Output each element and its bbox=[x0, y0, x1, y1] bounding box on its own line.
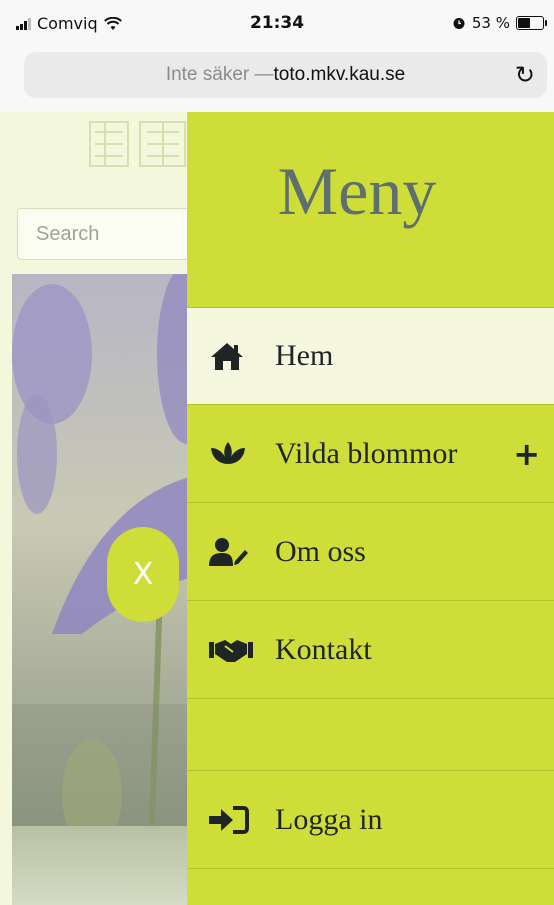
menu-item-kontakt[interactable]: Kontakt bbox=[187, 601, 554, 699]
menu-item-logga-in[interactable]: Logga in bbox=[187, 771, 554, 869]
user-edit-icon bbox=[187, 537, 265, 567]
grass-image bbox=[12, 826, 212, 905]
alarm-icon bbox=[453, 18, 465, 29]
close-icon: X bbox=[132, 557, 154, 592]
reload-icon[interactable]: ↻ bbox=[515, 61, 535, 89]
lotus-icon bbox=[187, 440, 265, 468]
browser-toolbar: Inte säker — toto.mkv.kau.se ↻ bbox=[0, 44, 554, 112]
menu-spacer bbox=[187, 699, 554, 771]
battery-group: 53 % bbox=[452, 14, 547, 32]
close-menu-button[interactable]: X bbox=[107, 527, 179, 622]
menu-item-om-oss[interactable]: Om oss bbox=[187, 503, 554, 601]
menu-item-label: Hem bbox=[275, 339, 334, 372]
battery-icon bbox=[516, 16, 547, 30]
menu-item-label: Kontakt bbox=[275, 632, 372, 666]
menu-title: Meny bbox=[277, 153, 437, 229]
side-menu: Meny Hem Vilda blommor + Om oss Kontakt … bbox=[187, 112, 554, 905]
menu-item-label: Vilda blommor bbox=[275, 436, 458, 470]
battery-percent: 53 % bbox=[471, 14, 510, 32]
menu-item-label: Logga in bbox=[275, 802, 383, 836]
handshake-icon bbox=[187, 636, 265, 664]
search-placeholder: Search bbox=[36, 222, 100, 245]
menu-item-vilda-blommor[interactable]: Vilda blommor + bbox=[187, 405, 554, 503]
menu-item-label: Om oss bbox=[275, 534, 366, 568]
site-logo bbox=[89, 121, 186, 167]
url-host: toto.mkv.kau.se bbox=[273, 64, 406, 85]
security-label: Inte säker — bbox=[165, 64, 274, 85]
expand-icon[interactable]: + bbox=[513, 435, 540, 473]
search-input[interactable]: Search bbox=[17, 208, 207, 260]
address-bar[interactable]: Inte säker — toto.mkv.kau.se ↻ bbox=[24, 52, 547, 98]
status-bar: Comviq 21:34 53 % bbox=[0, 0, 554, 44]
home-icon bbox=[187, 341, 265, 371]
menu-item-hem[interactable]: Hem bbox=[187, 307, 554, 405]
login-icon bbox=[187, 805, 265, 835]
